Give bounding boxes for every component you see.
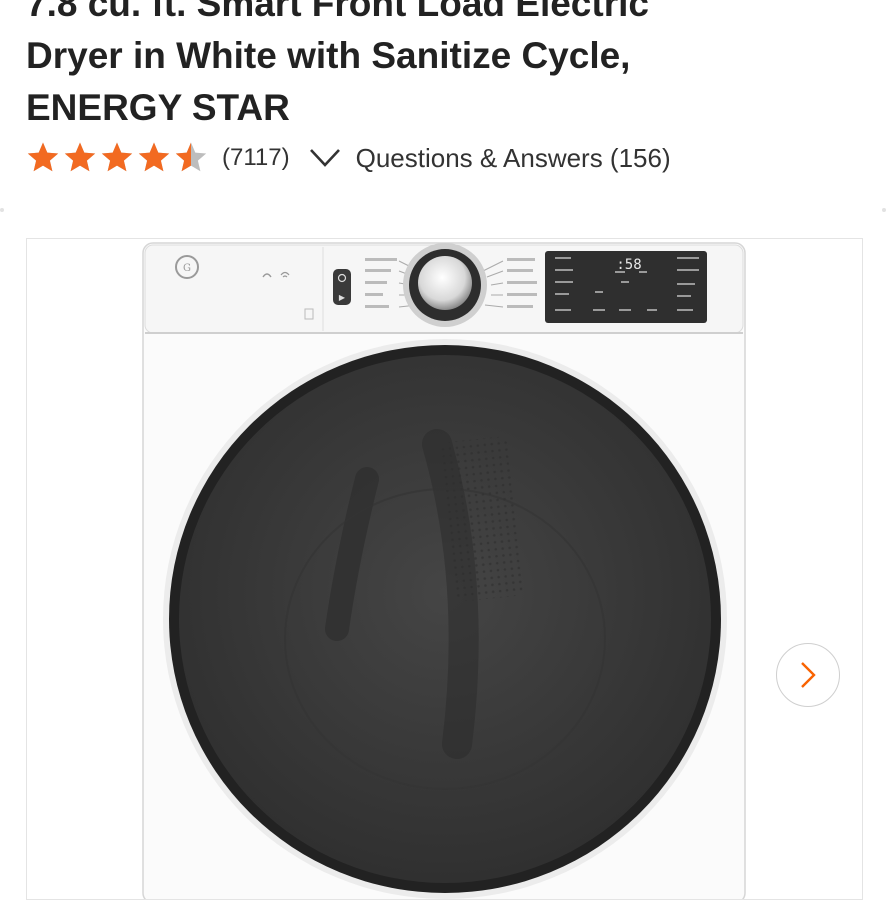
questions-answers-link[interactable]: Questions & Answers (156) xyxy=(356,143,671,174)
product-title-line-3: ENERGY STAR xyxy=(26,87,290,128)
product-title-line-2: Dryer in White with Sanitize Cycle, xyxy=(26,35,631,76)
product-image: G ▶:58 xyxy=(142,242,746,899)
display-time: :58 xyxy=(616,257,641,273)
section-divider-right xyxy=(882,208,886,212)
chevron-right-icon xyxy=(801,662,816,688)
product-image-gallery[interactable]: G ▶:58 xyxy=(26,238,863,900)
review-count[interactable]: (7117) xyxy=(222,144,290,172)
product-title-line-1: 7.8 cu. ft. Smart Front Load Electric xyxy=(26,0,649,24)
star-icon xyxy=(138,142,170,172)
product-title: 7.8 cu. ft. Smart Front Load Electric Dr… xyxy=(26,0,866,134)
star-icon xyxy=(27,142,59,172)
rating-row: (7117) Questions & Answers (156) xyxy=(26,138,671,178)
next-image-button[interactable] xyxy=(776,643,840,707)
svg-text:G: G xyxy=(183,263,191,274)
star-icon xyxy=(175,142,207,172)
star-icon xyxy=(101,142,133,172)
svg-text:▶: ▶ xyxy=(339,293,346,302)
star-icon xyxy=(64,142,96,172)
chevron-down-icon[interactable] xyxy=(308,146,342,170)
section-divider-left xyxy=(0,208,4,212)
star-rating[interactable] xyxy=(26,141,208,175)
